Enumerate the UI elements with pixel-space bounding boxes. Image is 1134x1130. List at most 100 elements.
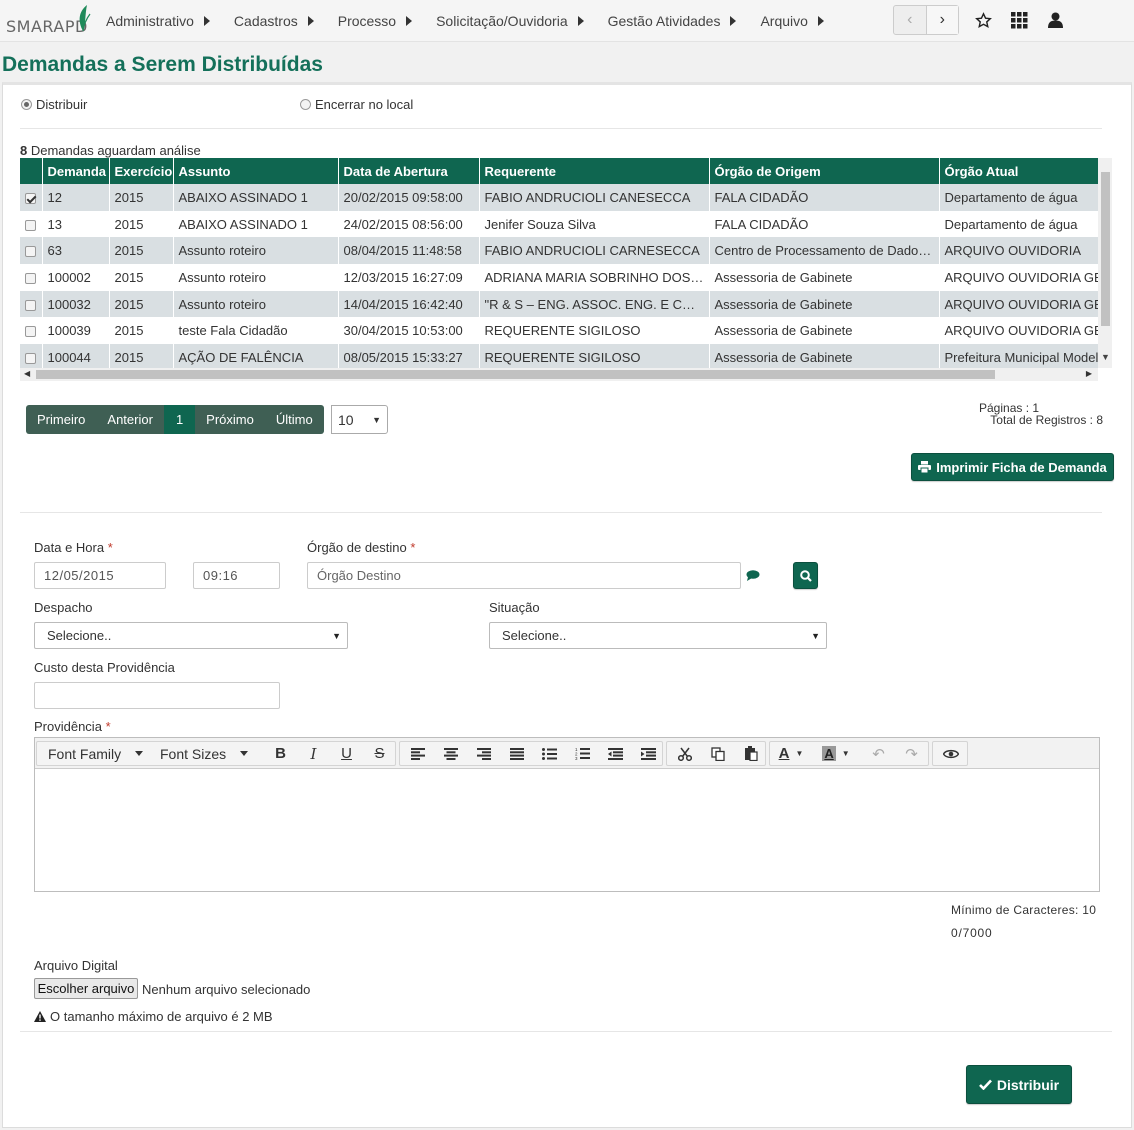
- bold-icon[interactable]: B: [264, 742, 297, 765]
- print-demand-button[interactable]: Imprimir Ficha de Demanda: [911, 453, 1114, 481]
- grid-apps-icon[interactable]: [1008, 9, 1030, 31]
- scroll-left-icon[interactable]: ◀: [24, 369, 30, 378]
- strikethrough-icon[interactable]: S: [363, 742, 396, 765]
- comment-icon[interactable]: [746, 570, 760, 581]
- cell-requerente: REQUERENTE SIGILOSO: [479, 317, 710, 345]
- cell-demanda: 100044: [42, 344, 110, 371]
- underline-icon[interactable]: U: [330, 742, 363, 765]
- cell-data-abertura: 08/04/2015 11:48:58: [338, 237, 480, 265]
- cell-assunto: Assunto roteiro: [173, 290, 339, 318]
- smarapd-logo[interactable]: SMARAPD: [4, 4, 96, 40]
- header-orgao-origem[interactable]: Órgão de Origem: [709, 158, 940, 184]
- menu-gestao-atividades[interactable]: Gestão Atividades: [608, 0, 737, 42]
- header-orgao-atual[interactable]: Órgão Atual: [939, 158, 1098, 184]
- cell-requerente: Jenifer Souza Silva: [479, 210, 710, 238]
- cell-orgao-origem: Assessoria de Gabinete: [709, 264, 940, 291]
- user-icon[interactable]: [1044, 9, 1066, 31]
- star-icon[interactable]: [972, 9, 994, 31]
- row-checkbox-cell: [20, 344, 43, 371]
- indent-icon[interactable]: [632, 742, 665, 765]
- table-row[interactable]: 100044 2015 AÇÃO DE FALÊNCIA 08/05/2015 15:…: [20, 344, 1098, 371]
- toolbar-group-clipboard: [666, 741, 766, 766]
- align-left-icon[interactable]: [401, 742, 434, 765]
- custo-input[interactable]: [34, 682, 280, 709]
- file-size-warning: O tamanho máximo de arquivo é 2 MB: [34, 1009, 273, 1024]
- menu-solicitacao-ouvidoria[interactable]: Solicitação/Ouvidoria: [436, 0, 584, 42]
- dropdown-arrow-icon: ▼: [372, 415, 381, 425]
- copy-icon[interactable]: [701, 742, 734, 765]
- row-checkbox[interactable]: [25, 192, 36, 204]
- table-row[interactable]: 63 2015 Assunto roteiro 08/04/2015 11:48:58…: [20, 237, 1098, 265]
- situacao-select[interactable]: Selecione.. ▼: [489, 622, 827, 649]
- distribuir-button[interactable]: Distribuir: [966, 1065, 1072, 1104]
- table-row[interactable]: 12 2015 ABAIXO ASSINADO 1 20/02/2015 09:58:…: [20, 184, 1098, 211]
- pager-first-button[interactable]: Primeiro: [26, 405, 96, 434]
- time-input[interactable]: 09:16: [193, 562, 280, 589]
- pager-prev-button[interactable]: Anterior: [96, 405, 164, 434]
- back-arrow-icon[interactable]: ‹: [894, 6, 926, 34]
- header-assunto[interactable]: Assunto: [173, 158, 339, 184]
- row-checkbox[interactable]: [25, 353, 36, 365]
- redo-icon[interactable]: ↷: [895, 742, 928, 765]
- menu-processo[interactable]: Processo: [338, 0, 413, 42]
- custo-label: Custo desta Providência: [34, 660, 175, 675]
- menu-cadastros[interactable]: Cadastros: [234, 0, 314, 42]
- row-checkbox[interactable]: [25, 219, 36, 231]
- table-row[interactable]: 100032 2015 Assunto roteiro 14/04/2015 16:4…: [20, 290, 1098, 318]
- undo-icon[interactable]: ↶: [862, 742, 895, 765]
- radio-distribuir[interactable]: Distribuir: [21, 97, 87, 112]
- cell-data-abertura: 14/04/2015 16:42:40: [338, 290, 480, 318]
- radio-encerrar-no-local[interactable]: Encerrar no local: [300, 97, 413, 112]
- cell-data-abertura: 24/02/2015 08:56:00: [338, 210, 480, 238]
- cell-orgao-atual: ARQUIVO OUVIDORIA GERAL: [939, 264, 1098, 291]
- cell-requerente: ADRIANA MARIA SOBRINHO DOS SA…: [479, 264, 710, 291]
- scroll-down-icon[interactable]: ▼: [1101, 352, 1110, 362]
- table-row[interactable]: 100039 2015 teste Fala Cidadão 30/04/2015 1…: [20, 317, 1098, 345]
- despacho-select[interactable]: Selecione.. ▼: [34, 622, 348, 649]
- choose-file-button[interactable]: Escolher arquivo: [34, 978, 138, 999]
- row-checkbox[interactable]: [25, 272, 36, 284]
- cut-icon[interactable]: [668, 742, 701, 765]
- row-checkbox[interactable]: [25, 246, 36, 258]
- outdent-icon[interactable]: [599, 742, 632, 765]
- pager-last-button[interactable]: Último: [265, 405, 324, 434]
- table-horizontal-scrollbar[interactable]: ◀ ▶: [20, 368, 1098, 381]
- table-row[interactable]: 13 2015 ABAIXO ASSINADO 1 24/02/2015 08:56:…: [20, 210, 1098, 238]
- cell-demanda: 12: [42, 184, 110, 211]
- font-sizes-dropdown[interactable]: Font Sizes: [160, 742, 249, 765]
- page-size-select[interactable]: 10 ▼: [331, 405, 388, 434]
- paste-icon[interactable]: [734, 742, 767, 765]
- header-data-abertura[interactable]: Data de Abertura: [338, 158, 480, 184]
- search-destination-button[interactable]: [793, 562, 818, 589]
- header-exercicio[interactable]: Exercício: [109, 158, 174, 184]
- numbered-list-icon[interactable]: 123: [566, 742, 599, 765]
- destination-org-input[interactable]: Órgão Destino: [307, 562, 741, 589]
- bullet-list-icon[interactable]: [533, 742, 566, 765]
- font-color-icon[interactable]: A ▼: [772, 742, 810, 765]
- date-input[interactable]: 12/05/2015: [34, 562, 166, 589]
- italic-icon[interactable]: I: [297, 742, 330, 765]
- header-requerente[interactable]: Requerente: [479, 158, 710, 184]
- pager-next-button[interactable]: Próximo: [195, 405, 265, 434]
- font-family-dropdown[interactable]: Font Family: [48, 742, 144, 765]
- menu-administrativo[interactable]: Administrativo: [106, 0, 210, 42]
- editor-content-area[interactable]: [35, 770, 1099, 891]
- align-center-icon[interactable]: [434, 742, 467, 765]
- cell-orgao-atual: Prefeitura Municipal Modelo: [939, 344, 1098, 371]
- header-demanda[interactable]: Demanda: [42, 158, 110, 184]
- row-checkbox[interactable]: [25, 299, 36, 311]
- scroll-thumb[interactable]: [1101, 172, 1110, 326]
- align-right-icon[interactable]: [467, 742, 500, 765]
- toolbar-group-view: [932, 741, 968, 766]
- table-row[interactable]: 100002 2015 Assunto roteiro 12/03/2015 16:2…: [20, 264, 1098, 291]
- align-justify-icon[interactable]: [500, 742, 533, 765]
- menu-arquivo[interactable]: Arquivo: [760, 0, 824, 42]
- table-vertical-scrollbar[interactable]: [1098, 158, 1112, 368]
- eye-preview-icon[interactable]: [934, 742, 967, 765]
- forward-arrow-icon[interactable]: ›: [925, 6, 958, 34]
- scroll-right-icon[interactable]: ▶: [1086, 369, 1092, 378]
- pager-current-page[interactable]: 1: [163, 405, 196, 434]
- background-color-icon[interactable]: A ▼: [816, 742, 856, 765]
- row-checkbox[interactable]: [25, 326, 36, 338]
- scroll-thumb[interactable]: [36, 370, 995, 379]
